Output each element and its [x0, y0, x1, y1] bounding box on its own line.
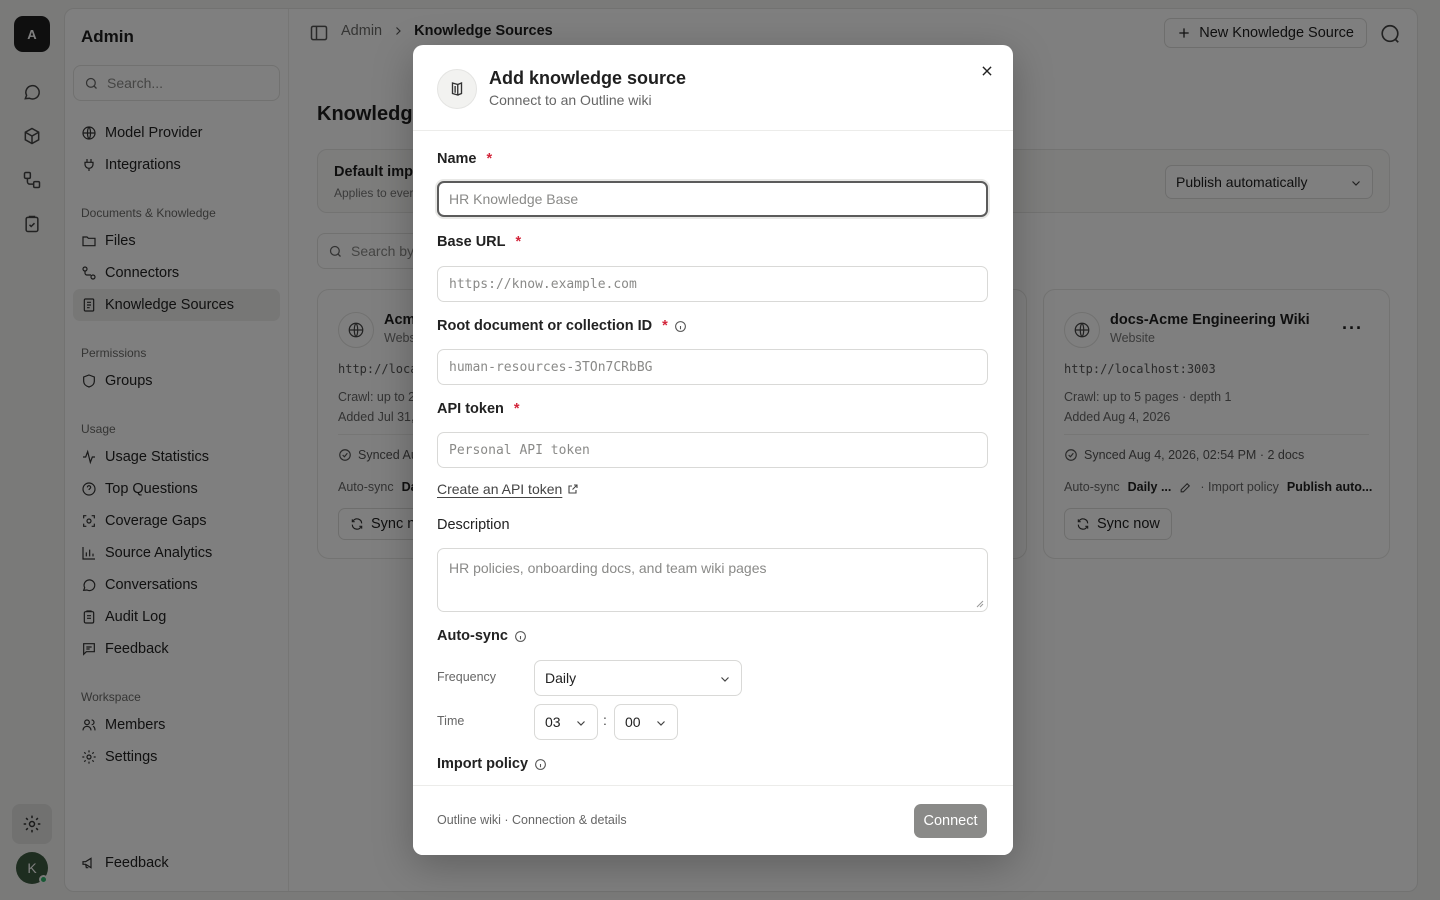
autosync-label-text: Auto-sync [437, 628, 508, 644]
root-id-field[interactable]: human-resources-3TOn7CRbBG [437, 349, 988, 385]
description-placeholder: HR policies, onboarding docs, and team w… [449, 560, 767, 576]
resize-grip-icon[interactable] [976, 600, 984, 608]
info-icon[interactable] [514, 630, 527, 643]
base-url-placeholder: https://know.example.com [449, 276, 637, 292]
minute-value: 00 [625, 714, 641, 730]
api-token-field[interactable]: Personal API token [437, 432, 988, 468]
description-label: Description [437, 517, 510, 533]
hour-select[interactable]: 03 [534, 704, 598, 740]
create-api-token-link[interactable]: Create an API token [437, 481, 579, 497]
description-field[interactable]: HR policies, onboarding docs, and team w… [437, 548, 988, 612]
token-link-text: Create an API token [437, 481, 563, 497]
root-id-placeholder: human-resources-3TOn7CRbBG [449, 359, 653, 375]
frequency-value: Daily [545, 670, 577, 686]
name-field[interactable]: HR Knowledge Base [437, 181, 988, 217]
api-token-label: API token * [437, 401, 520, 417]
close-icon[interactable] [977, 61, 997, 81]
auto-sync-label: Auto-sync [437, 628, 527, 644]
time-label: Time [437, 714, 465, 728]
dialog-title: Add knowledge source [489, 68, 687, 88]
outline-logo-icon [437, 69, 477, 109]
base-url-label-text: Base URL [437, 234, 506, 250]
info-icon[interactable] [534, 758, 547, 771]
frequency-select[interactable]: Daily [534, 660, 742, 696]
info-icon[interactable] [674, 320, 687, 333]
description-label-text: Description [437, 517, 510, 533]
connect-button[interactable]: Connect [914, 804, 987, 838]
chevron-down-icon [721, 677, 729, 682]
required-mark: * [486, 151, 493, 167]
external-link-icon [568, 484, 578, 494]
base-url-label: Base URL * [437, 234, 521, 250]
import-policy-label-text: Import policy [437, 756, 529, 772]
chevron-down-icon [657, 721, 665, 726]
add-knowledge-source-dialog: Add knowledge source Connect to an Outli… [413, 45, 1013, 855]
time-separator: : [603, 712, 607, 728]
footer-caption: Outline wiki · Connection & details [437, 813, 627, 827]
chevron-down-icon [577, 721, 585, 726]
name-label: Name * [437, 151, 492, 167]
required-mark: * [662, 318, 668, 334]
root-id-label: Root document or collection ID * [437, 318, 687, 334]
token-placeholder: Personal API token [449, 442, 590, 458]
minute-select[interactable]: 00 [614, 704, 678, 740]
frequency-label: Frequency [437, 670, 497, 684]
root-label-text: Root document or collection ID [437, 318, 653, 334]
required-mark: * [515, 234, 522, 250]
dialog-footer: Outline wiki · Connection & details Conn… [413, 785, 1013, 855]
dialog-subtitle: Connect to an Outline wiki [489, 92, 652, 108]
token-label-text: API token [437, 401, 504, 417]
import-policy-label: Import policy [437, 756, 547, 772]
dialog-header: Add knowledge source Connect to an Outli… [413, 45, 1013, 131]
name-placeholder: HR Knowledge Base [449, 191, 579, 207]
hour-value: 03 [545, 714, 561, 730]
required-mark: * [513, 401, 520, 417]
name-label-text: Name [437, 151, 477, 167]
base-url-field[interactable]: https://know.example.com [437, 266, 988, 302]
